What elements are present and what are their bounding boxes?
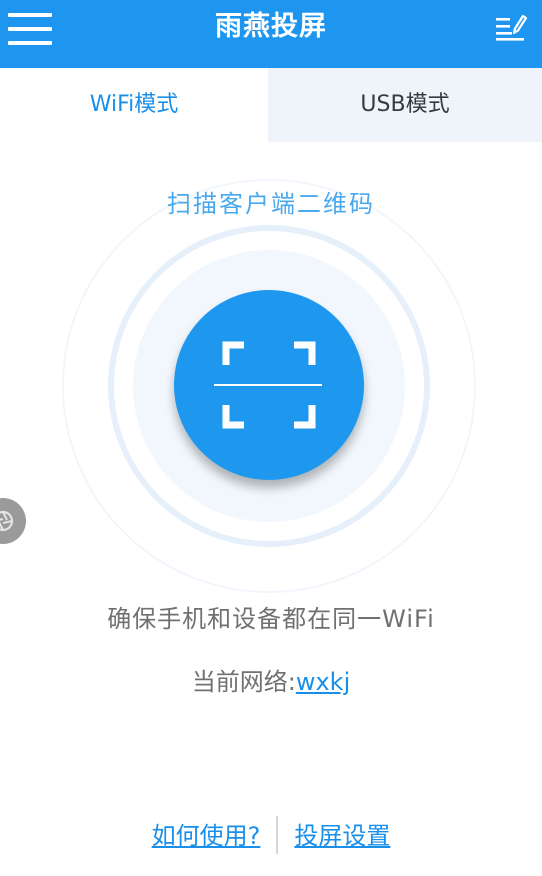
page-title: 雨燕投屏 xyxy=(215,11,327,42)
footer-links: 如何使用? 投屏设置 xyxy=(0,816,542,856)
current-network-row: 当前网络:wxkj xyxy=(0,662,542,697)
mode-tabs: WiFi模式 USB模式 xyxy=(0,68,542,142)
app-header: 雨燕投屏 xyxy=(0,0,542,68)
qr-scan-icon xyxy=(214,341,322,429)
app-screen: 雨燕投屏 WiFi模式 USB模式 扫描客户端二维码 确保手机和设备都在同一Wi… xyxy=(0,0,542,876)
network-name-link[interactable]: wxkj xyxy=(296,668,350,696)
how-to-use-link[interactable]: 如何使用? xyxy=(152,822,261,850)
tab-wifi-mode[interactable]: WiFi模式 xyxy=(0,68,268,142)
tab-usb-mode[interactable]: USB模式 xyxy=(268,68,542,142)
footer-divider xyxy=(276,816,279,854)
cast-settings-link[interactable]: 投屏设置 xyxy=(294,822,390,850)
network-prefix-label: 当前网络: xyxy=(191,668,296,696)
aperture-icon xyxy=(0,510,14,532)
floating-assist-button[interactable] xyxy=(0,498,26,544)
scan-instruction-label: 扫描客户端二维码 xyxy=(167,190,375,218)
same-wifi-hint: 确保手机和设备都在同一WiFi xyxy=(107,605,435,633)
edit-list-icon[interactable] xyxy=(494,12,528,42)
scan-qr-button[interactable] xyxy=(174,290,364,480)
